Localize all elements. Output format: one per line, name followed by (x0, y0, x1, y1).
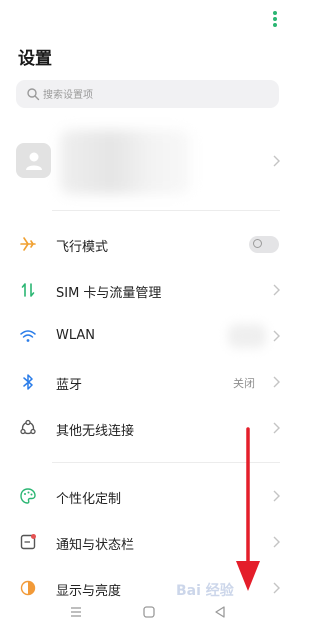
airplane-icon (20, 237, 36, 251)
palette-icon (20, 488, 36, 504)
row-label: 其他无线连接 (56, 424, 135, 439)
chevron-right-icon (273, 536, 280, 548)
setting-row-sim[interactable]: SIM 卡与流量管理 (0, 268, 301, 312)
search-placeholder: 搜索设置项 (43, 90, 93, 101)
row-label: 蓝牙 (56, 378, 83, 393)
more-vertical-icon[interactable] (271, 9, 279, 29)
chevron-right-icon (273, 376, 280, 388)
chevron-right-icon (273, 490, 280, 502)
chevron-right-icon (273, 284, 280, 296)
chevron-right-icon (273, 155, 280, 167)
user-avatar-icon (26, 152, 42, 170)
account-info-blurred (60, 130, 190, 194)
row-label: 个性化定制 (56, 492, 122, 507)
wireless-connections-icon (20, 419, 36, 435)
row-label: 通知与状态栏 (56, 538, 135, 553)
bluetooth-status: 关闭 (233, 377, 255, 390)
red-arrow-annotation (236, 427, 260, 591)
home-icon[interactable] (142, 605, 156, 619)
notification-icon (20, 534, 36, 550)
brightness-icon (20, 580, 36, 596)
search-icon (27, 88, 40, 101)
page-title: 设置 (18, 49, 52, 69)
chevron-right-icon (273, 330, 280, 342)
watermark: Bai 经验 (176, 580, 286, 610)
sim-data-icon (21, 283, 35, 297)
wlan-value-blurred (228, 324, 266, 348)
menu-icon[interactable] (69, 606, 83, 618)
airplane-mode-toggle[interactable] (249, 236, 279, 253)
setting-row-wlan[interactable]: WLAN (0, 314, 301, 358)
row-label: 飞行模式 (56, 240, 109, 255)
row-label: WLAN (56, 328, 96, 343)
bluetooth-icon (23, 374, 33, 390)
wifi-icon (20, 330, 36, 342)
row-label: SIM 卡与流量管理 (56, 286, 162, 301)
setting-row-bluetooth[interactable]: 蓝牙 关闭 (0, 360, 301, 404)
row-label: 显示与亮度 (56, 584, 122, 599)
toggle-knob (253, 239, 262, 248)
account-row[interactable] (0, 125, 301, 197)
chevron-right-icon (273, 422, 280, 434)
search-input[interactable]: 搜索设置项 (16, 80, 279, 108)
setting-row-airplane-mode[interactable]: 飞行模式 (0, 222, 301, 266)
divider (52, 210, 280, 211)
avatar (16, 143, 51, 178)
watermark-text: Bai 经验 (176, 583, 234, 599)
